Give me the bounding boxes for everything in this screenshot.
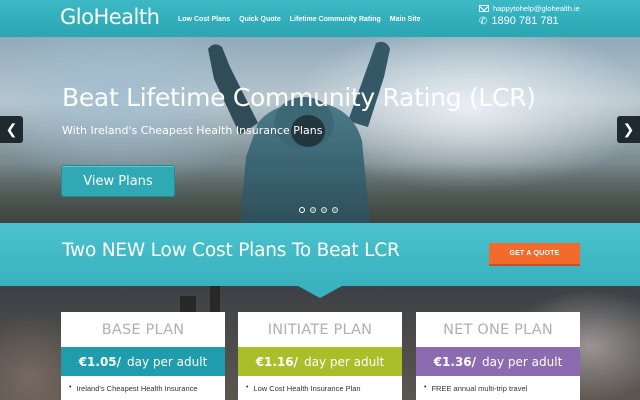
- plan-price: €1.16/: [255, 354, 299, 369]
- phone-icon: ✆: [479, 15, 488, 27]
- hero-subtitle: With Ireland's Cheapest Health Insurance…: [62, 124, 323, 137]
- band-pointer: [298, 286, 342, 298]
- plan-card-net-one[interactable]: NET ONE PLAN €1.36/ day per adult • FREE…: [416, 312, 580, 400]
- plan-feature: • Ireland's Cheapest Health Insurance: [61, 376, 225, 393]
- view-plans-button[interactable]: View Plans: [61, 165, 175, 197]
- main-nav: Low Cost Plans Quick Quote Lifetime Comm…: [178, 16, 421, 23]
- plan-name: BASE PLAN: [101, 321, 185, 338]
- nav-low-cost-plans[interactable]: Low Cost Plans: [178, 16, 230, 23]
- slider-prev-button[interactable]: ❮: [0, 116, 23, 143]
- phone-row[interactable]: ✆ 1890 781 781: [479, 15, 580, 27]
- slider-dot-3[interactable]: [321, 207, 327, 213]
- plan-name: NET ONE PLAN: [443, 321, 553, 338]
- plan-card-initiate[interactable]: INITIATE PLAN €1.16/ day per adult • Low…: [238, 312, 402, 400]
- plan-price: €1.36/: [433, 354, 477, 369]
- hero-slider: Beat Lifetime Community Rating (LCR) Wit…: [0, 37, 640, 223]
- logo[interactable]: GloHealth: [60, 5, 160, 29]
- chevron-right-icon: ❯: [622, 121, 635, 137]
- mail-icon: [479, 5, 489, 12]
- chevron-left-icon: ❮: [5, 121, 18, 137]
- plan-price-unit: day per adult: [482, 354, 563, 369]
- nav-lifetime-community-rating[interactable]: Lifetime Community Rating: [290, 16, 381, 23]
- hero-title: Beat Lifetime Community Rating (LCR): [62, 83, 536, 112]
- bullet-icon: •: [424, 384, 427, 391]
- email-address[interactable]: happytohelp@glohealth.ie: [493, 4, 580, 13]
- site-header: GloHealth Low Cost Plans Quick Quote Lif…: [0, 0, 640, 37]
- plan-card-base[interactable]: BASE PLAN €1.05/ day per adult • Ireland…: [61, 312, 225, 400]
- plan-feature-text: Low Cost Health Insurance Plan: [253, 384, 361, 393]
- slider-dot-1[interactable]: [299, 207, 305, 213]
- plan-feature: • FREE annual multi-trip travel: [416, 376, 580, 393]
- plan-feature-text: Ireland's Cheapest Health Insurance: [76, 384, 198, 393]
- plan-price-unit: day per adult: [304, 354, 385, 369]
- bullet-icon: •: [246, 384, 249, 391]
- phone-number[interactable]: 1890 781 781: [491, 15, 558, 27]
- plan-price-bar: €1.05/ day per adult: [61, 347, 225, 376]
- slider-dot-4[interactable]: [332, 207, 338, 213]
- nav-quick-quote[interactable]: Quick Quote: [239, 16, 281, 23]
- plan-price-bar: €1.36/ day per adult: [416, 347, 580, 376]
- plan-price-unit: day per adult: [127, 354, 208, 369]
- plan-price: €1.05/: [78, 354, 122, 369]
- email-row[interactable]: happytohelp@glohealth.ie: [479, 4, 580, 13]
- slider-pagination: [299, 207, 338, 213]
- get-a-quote-button[interactable]: GET A QUOTE: [489, 243, 580, 266]
- slider-dot-2[interactable]: [310, 207, 316, 213]
- slider-next-button[interactable]: ❯: [617, 116, 640, 143]
- plan-feature: • Low Cost Health Insurance Plan: [238, 376, 402, 393]
- plan-price-bar: €1.16/ day per adult: [238, 347, 402, 376]
- contact-info: happytohelp@glohealth.ie ✆ 1890 781 781: [479, 4, 580, 27]
- bullet-icon: •: [69, 384, 72, 391]
- plan-feature-text: FREE annual multi-trip travel: [431, 384, 528, 393]
- nav-main-site[interactable]: Main Site: [390, 16, 421, 23]
- promo-title: Two NEW Low Cost Plans To Beat LCR: [62, 240, 400, 261]
- plan-name: INITIATE PLAN: [267, 321, 373, 338]
